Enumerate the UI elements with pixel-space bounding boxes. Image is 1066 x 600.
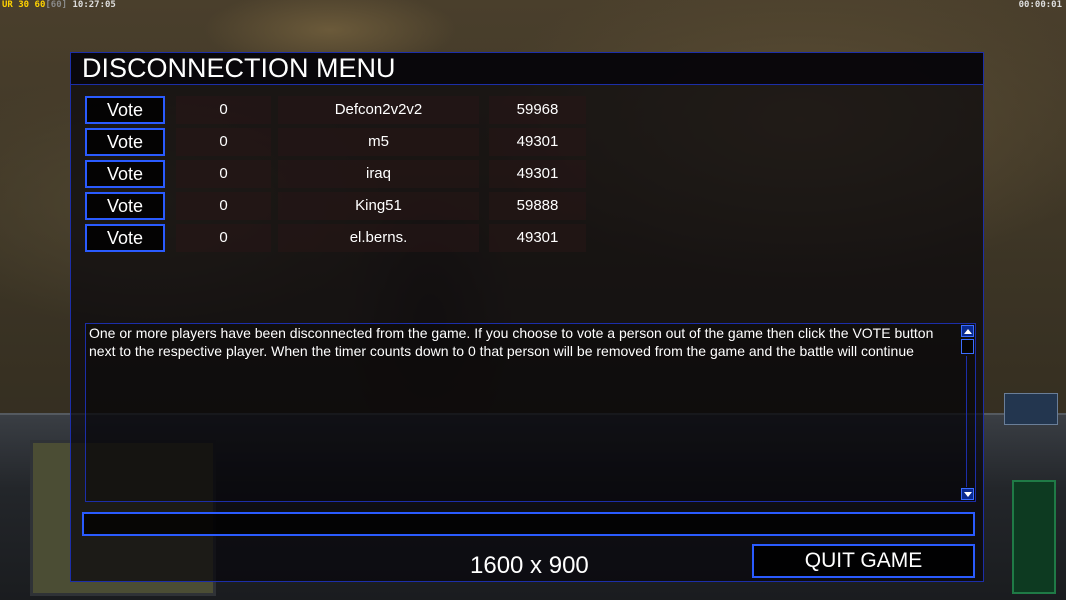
power-meter: [1012, 480, 1056, 594]
player-name: iraq: [278, 160, 479, 188]
game-timer: 00:00:01: [1018, 0, 1062, 10]
scroll-up-arrow-icon[interactable]: [961, 325, 974, 337]
vote-button[interactable]: Vote: [85, 224, 165, 252]
player-ping: 59968: [489, 96, 586, 124]
vote-count: 0: [176, 128, 271, 156]
vote-count: 0: [176, 224, 271, 252]
player-ping: 49301: [489, 128, 586, 156]
vote-button[interactable]: Vote: [85, 192, 165, 220]
player-ping: 59888: [489, 192, 586, 220]
scroll-down-arrow-icon[interactable]: [961, 488, 974, 500]
fps-value: 30: [18, 0, 30, 10]
player-ping: 49301: [489, 224, 586, 252]
fps-readout: UR 30 60[60] 10:27:05: [2, 0, 116, 10]
chat-input[interactable]: [82, 512, 975, 536]
vote-count: 0: [176, 96, 271, 124]
message-text: One or more players have been disconnect…: [89, 325, 934, 359]
vote-button[interactable]: Vote: [85, 128, 165, 156]
player-ping: 49301: [489, 160, 586, 188]
fps-limit: [60]: [45, 0, 68, 10]
fps-cap: 60: [34, 0, 46, 10]
quit-game-button[interactable]: QUIT GAME: [752, 544, 975, 578]
satellite-icon[interactable]: [1004, 393, 1058, 425]
resolution-label: 1600 x 900: [470, 552, 589, 579]
vote-count: 0: [176, 192, 271, 220]
player-name: Defcon2v2v2: [278, 96, 479, 124]
vote-button[interactable]: Vote: [85, 160, 165, 188]
clock: 10:27:05: [72, 0, 116, 10]
scrollbar-thumb[interactable]: [961, 339, 974, 354]
vote-count: 0: [176, 160, 271, 188]
player-name: King51: [278, 192, 479, 220]
ur-label: UR: [2, 0, 13, 10]
player-name: el.berns.: [278, 224, 479, 252]
scrollbar-track[interactable]: [966, 356, 967, 487]
page-title: DISCONNECTION MENU: [82, 53, 396, 83]
vote-button[interactable]: Vote: [85, 96, 165, 124]
player-name: m5: [278, 128, 479, 156]
